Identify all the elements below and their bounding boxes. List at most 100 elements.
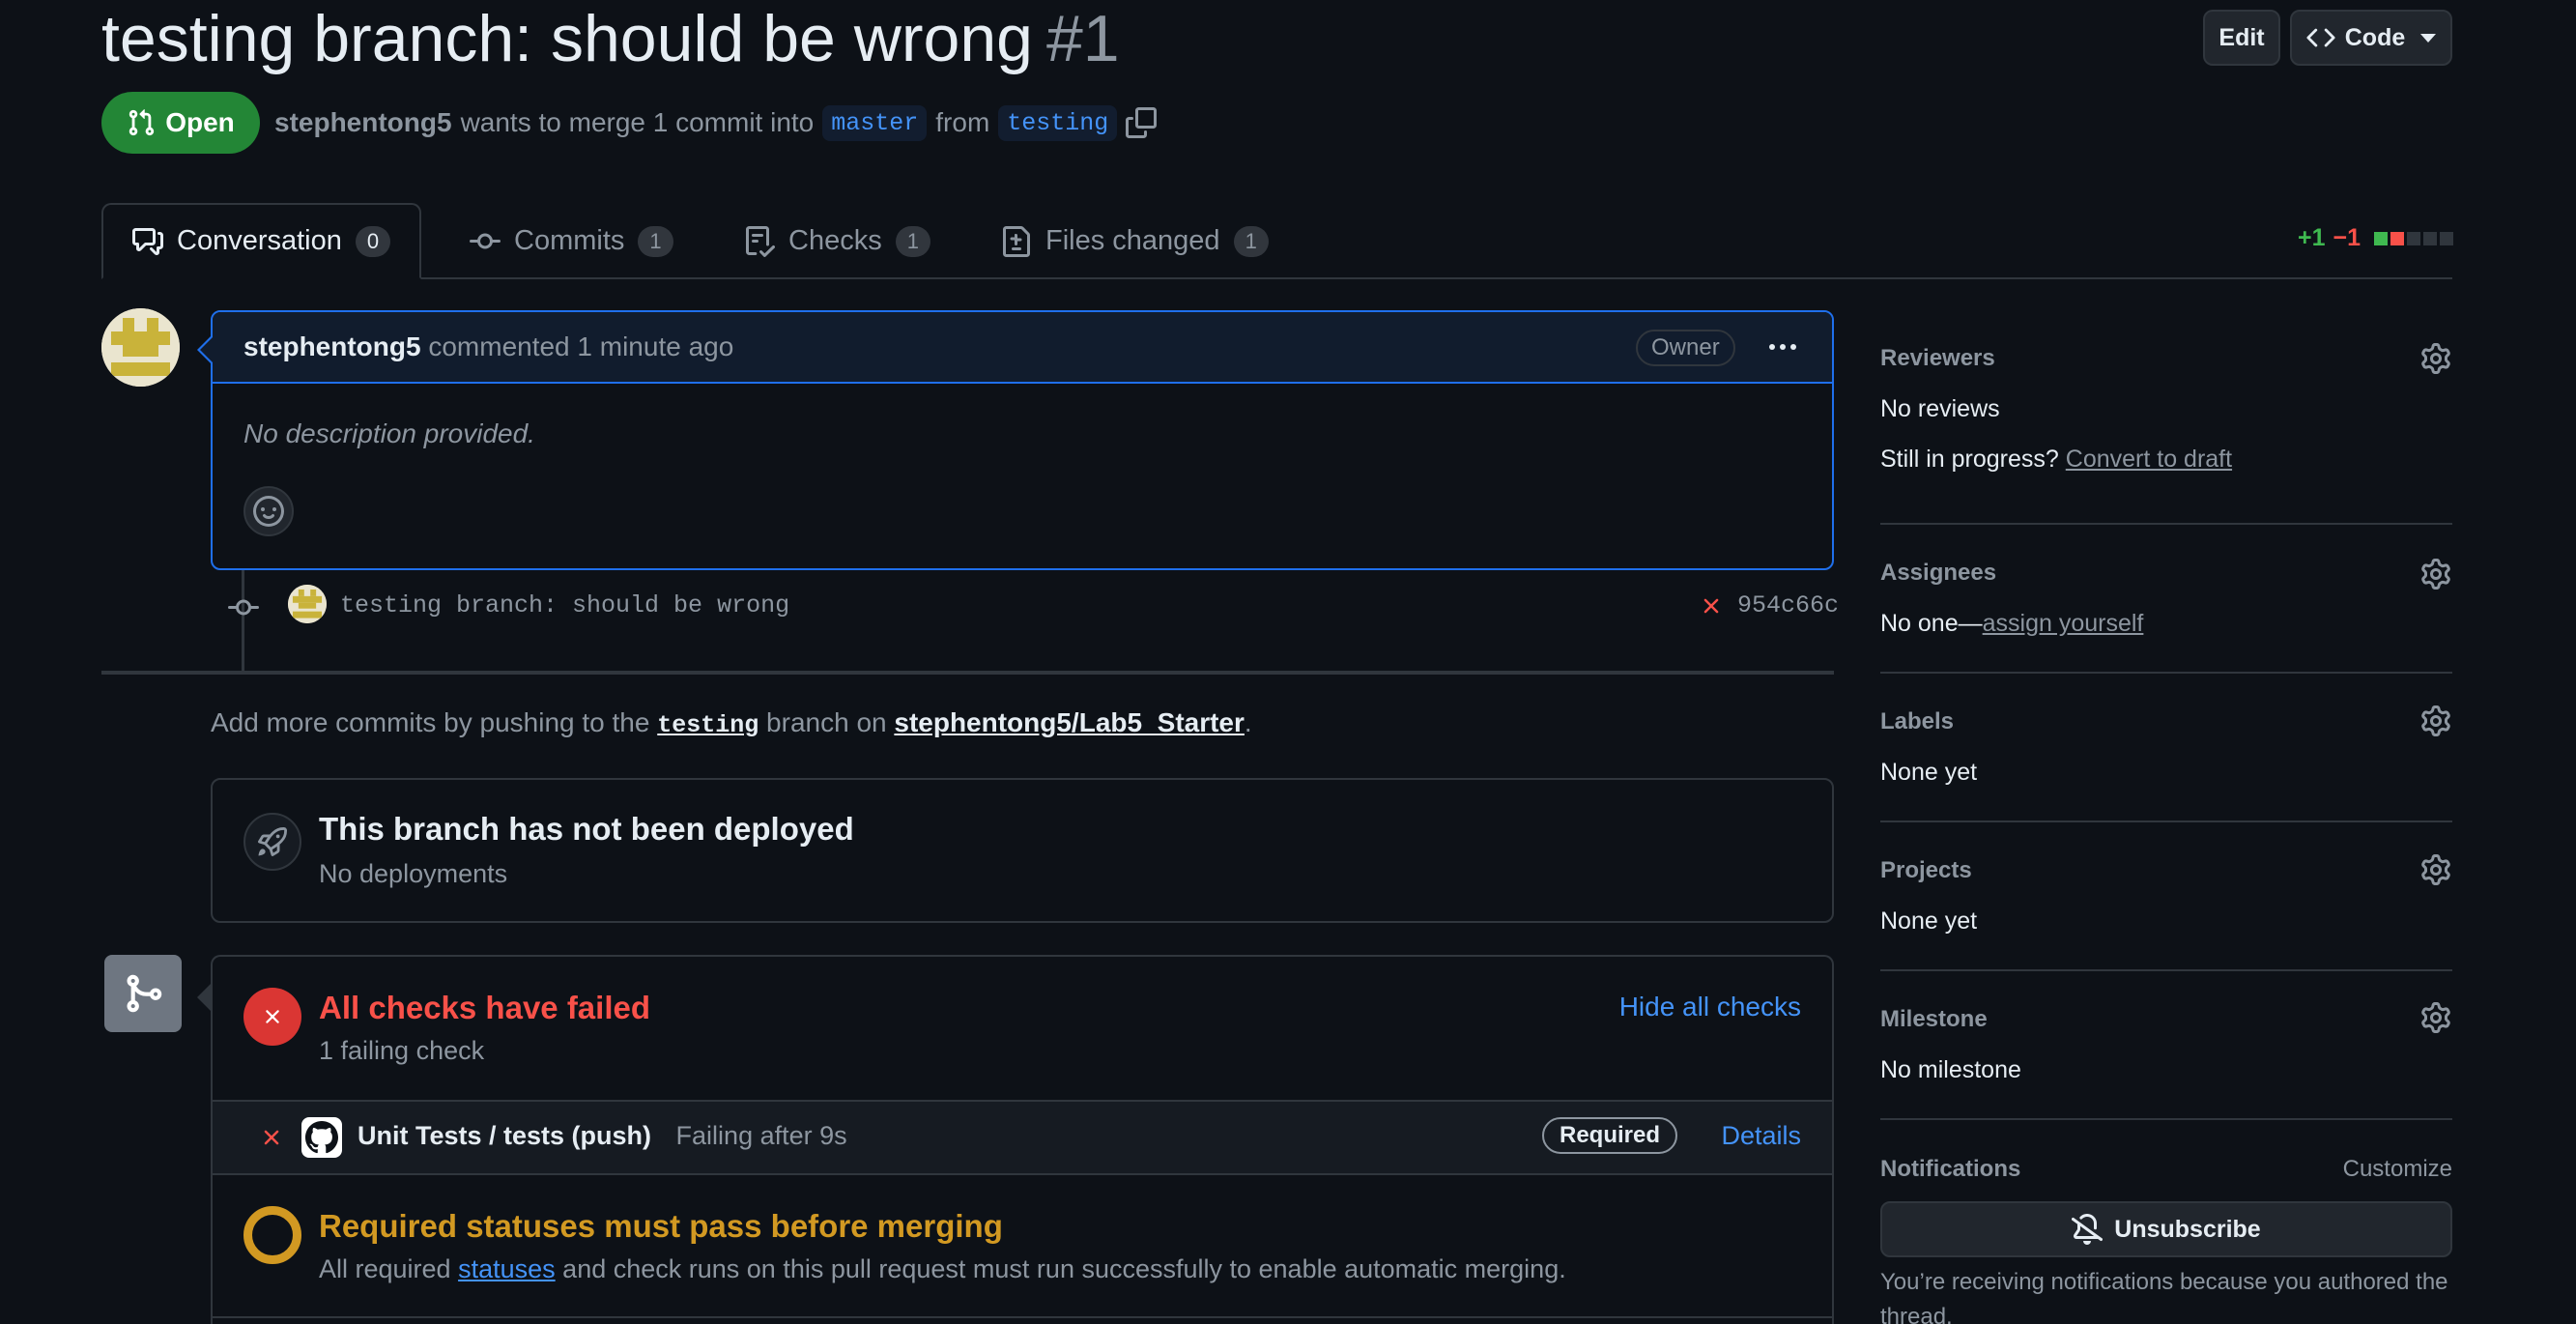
projects-heading[interactable]: Projects (1880, 857, 1972, 884)
identicon-avatar (288, 585, 327, 623)
head-branch[interactable]: testing (998, 104, 1118, 141)
edit-button-label: Edit (2218, 23, 2265, 51)
git-pull-request-icon (129, 109, 155, 136)
pr-title-text: testing branch: should be wrong (101, 2, 1033, 75)
comment-timestamp[interactable]: commented 1 minute ago (428, 331, 733, 361)
unsubscribe-button[interactable]: Unsubscribe (1880, 1201, 2452, 1257)
gear-icon[interactable] (2420, 343, 2451, 374)
deploy-title: This branch has not been deployed (319, 811, 854, 847)
smiley-icon (253, 496, 284, 527)
author-link[interactable]: stephentong5 (274, 107, 452, 138)
commit-message[interactable]: testing branch: should be wrong (340, 591, 789, 619)
tab-label: Files changed (1045, 225, 1220, 256)
notification-reason: You’re receiving notifications because y… (1880, 1269, 2448, 1324)
draft-hint: Still in progress? Convert to draft (1880, 446, 2232, 474)
caret-down-icon (2420, 33, 2437, 43)
checks-pointer (197, 984, 211, 1011)
deploy-subtitle: No deployments (319, 859, 508, 888)
tab-label: Checks (788, 225, 882, 256)
push-hint-prefix: Add more commits by pushing to the (211, 707, 650, 737)
check-name: Unit Tests / tests (push) (358, 1121, 652, 1150)
tab-label: Conversation (177, 225, 342, 256)
x-circle-icon (243, 988, 301, 1046)
sidebar-divider (1880, 820, 2452, 822)
deployment-card: This branch has not been deployed No dep… (211, 778, 1834, 923)
projects-value: None yet (1880, 907, 1978, 935)
tab-files-changed[interactable]: Files changed 1 (972, 203, 1298, 279)
draft-prefix: Still in progress? (1880, 446, 2059, 473)
push-hint-branch[interactable]: testing (657, 711, 758, 739)
avatar[interactable] (101, 308, 180, 387)
milestone-heading[interactable]: Milestone (1880, 1006, 1988, 1033)
required-description: All required statuses and check runs on … (319, 1254, 1566, 1284)
milestone-value: No milestone (1880, 1056, 2021, 1083)
comment-pointer-inner (200, 337, 213, 362)
comment-box: stephentong5 commented 1 minute ago Owne… (211, 310, 1834, 570)
diffstat-bar (2374, 231, 2454, 245)
labels-heading[interactable]: Labels (1880, 708, 1954, 735)
customize-link[interactable]: Customize (2343, 1156, 2452, 1183)
comment-byline: stephentong5 commented 1 minute ago (243, 331, 733, 362)
reviewers-value: No reviews (1880, 395, 2000, 422)
code-button[interactable]: Code (2290, 10, 2452, 66)
sidebar-divider (1880, 672, 2452, 674)
gear-icon[interactable] (2420, 559, 2451, 590)
tab-commits[interactable]: Commits 1 (441, 203, 702, 279)
git-commit-icon (228, 599, 259, 616)
assignees-value: No one—assign yourself (1880, 610, 2143, 638)
tab-counter: 1 (895, 225, 930, 257)
diff-deletions: −1 (2333, 224, 2361, 251)
comment-discussion-icon (132, 227, 163, 255)
tab-checks[interactable]: Checks 1 (715, 203, 959, 279)
assign-yourself-link[interactable]: assign yourself (1983, 610, 2144, 637)
gear-icon[interactable] (2420, 854, 2451, 885)
push-hint-middle: branch on (766, 707, 887, 737)
gear-icon[interactable] (2420, 1002, 2451, 1033)
state-label: Open (165, 107, 235, 137)
tab-conversation[interactable]: Conversation 0 (101, 203, 422, 279)
code-button-label: Code (2344, 23, 2406, 51)
diffstat[interactable]: +1 −1 (2298, 224, 2454, 252)
assignees-heading[interactable]: Assignees (1880, 560, 1996, 587)
kebab-horizontal-icon[interactable] (1763, 330, 1802, 364)
git-commit-icon (470, 233, 501, 248)
diff-box-neutral (2407, 231, 2421, 245)
unsubscribe-label: Unsubscribe (2114, 1215, 2261, 1243)
sidebar-divider (1880, 969, 2452, 971)
merge-box-divider (213, 1316, 1832, 1318)
commit-status: 954c66c (1699, 591, 1839, 619)
timeline-divider (101, 671, 1834, 675)
assignees-empty: No one— (1880, 610, 1983, 637)
state-badge: Open (101, 92, 260, 154)
x-icon[interactable] (1699, 593, 1724, 619)
tab-counter: 0 (355, 225, 391, 257)
required-badge: Required (1542, 1117, 1678, 1154)
add-reaction-button[interactable] (243, 486, 294, 536)
check-status: Failing after 9s (675, 1121, 847, 1150)
base-branch[interactable]: master (822, 104, 928, 141)
comment-author[interactable]: stephentong5 (243, 331, 421, 361)
convert-to-draft-link[interactable]: Convert to draft (2066, 446, 2232, 473)
tab-counter: 1 (638, 225, 673, 257)
push-hint-repo[interactable]: stephentong5/Lab5_Starter (894, 707, 1245, 737)
reviewers-heading[interactable]: Reviewers (1880, 345, 1995, 372)
file-diff-icon (1003, 225, 1030, 257)
gear-icon[interactable] (2420, 705, 2451, 736)
github-logo-icon (301, 1117, 342, 1158)
diff-box-deleted (2390, 231, 2405, 245)
hide-checks-button[interactable]: Hide all checks (1619, 992, 1801, 1022)
sidebar-divider (1880, 1118, 2452, 1120)
copy-icon[interactable] (1126, 107, 1158, 138)
pr-number: #1 (1045, 2, 1120, 75)
edit-button[interactable]: Edit (2203, 10, 2280, 66)
check-details-link[interactable]: Details (1721, 1121, 1801, 1151)
comment-header: stephentong5 commented 1 minute ago Owne… (213, 312, 1832, 384)
commit-avatar[interactable] (288, 585, 327, 623)
labels-value: None yet (1880, 759, 1978, 786)
tab-counter: 1 (1233, 225, 1269, 257)
from-text: from (935, 107, 990, 137)
commit-sha[interactable]: 954c66c (1737, 591, 1839, 619)
required-prefix: All required (319, 1254, 451, 1283)
statuses-link[interactable]: statuses (458, 1254, 556, 1283)
check-row: Unit Tests / tests (push) Failing after … (213, 1100, 1832, 1175)
